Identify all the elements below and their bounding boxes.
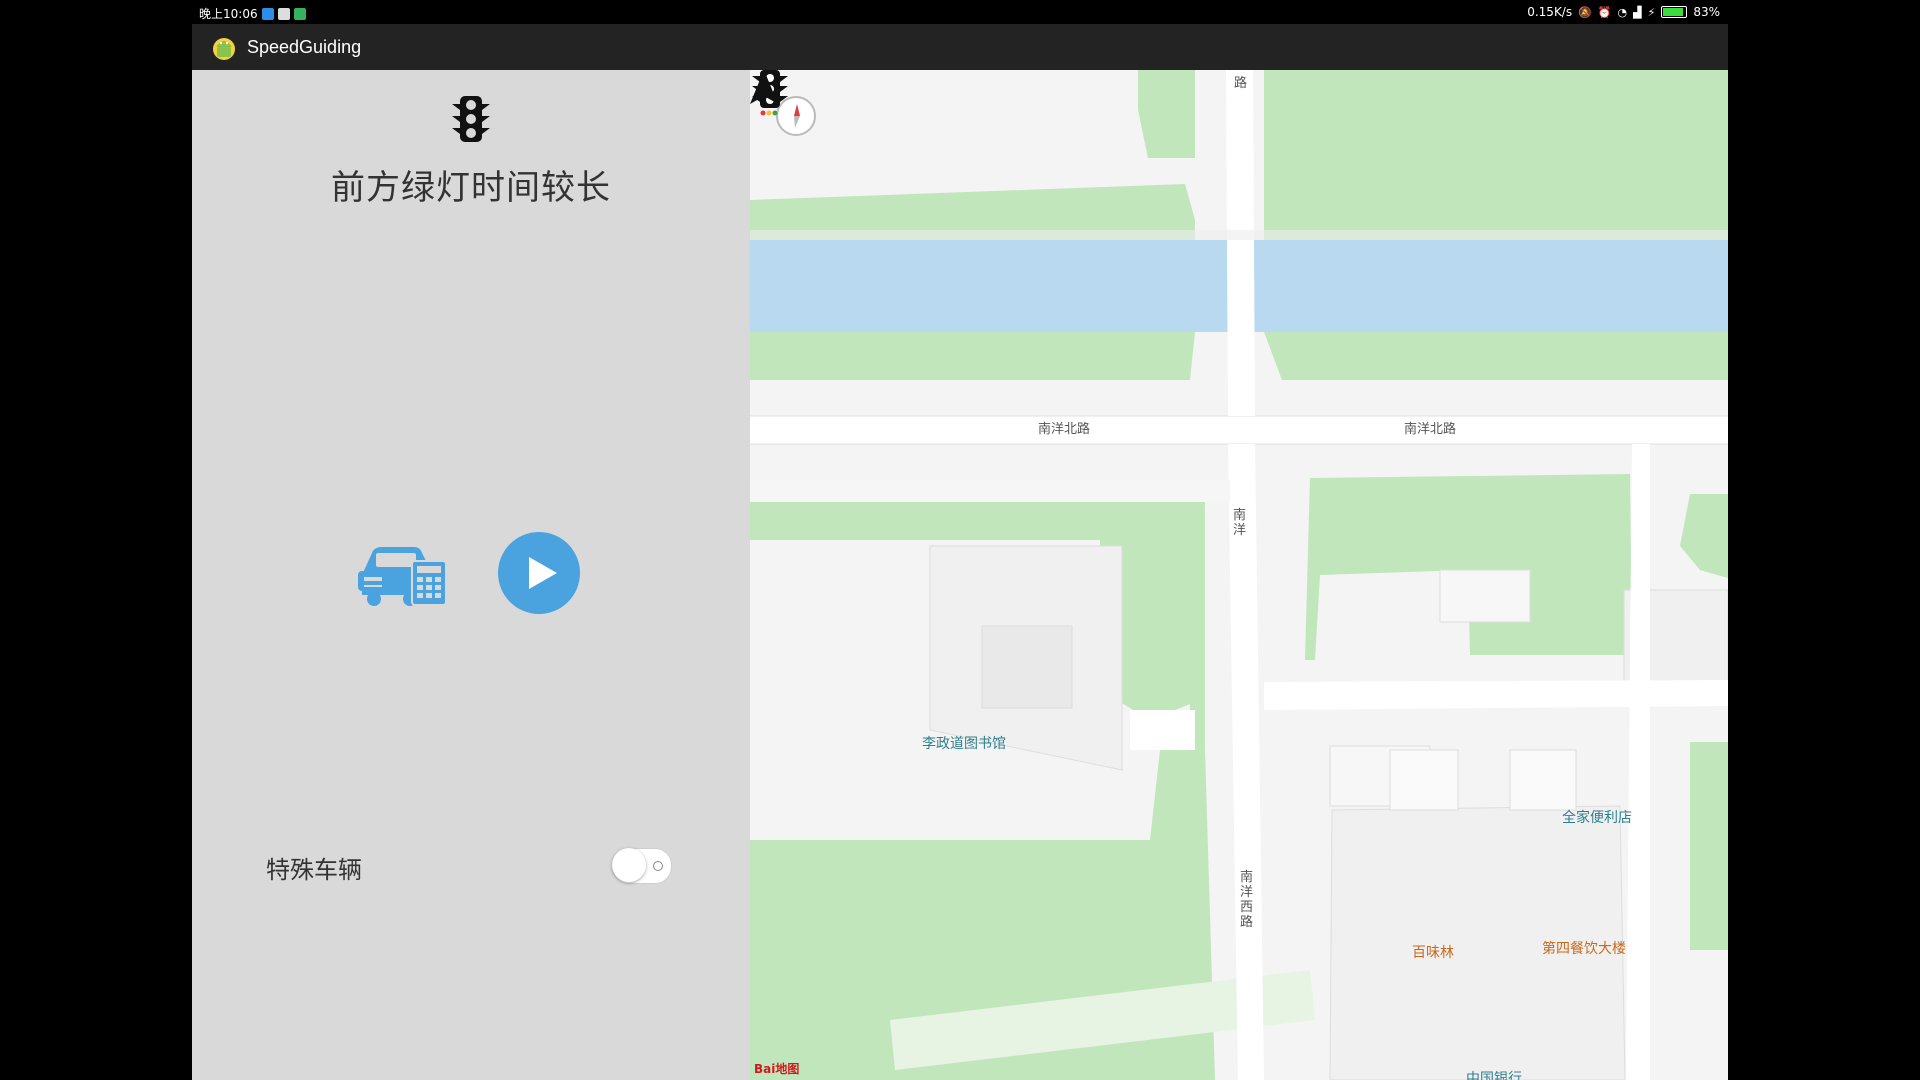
map-view[interactable]: 路 南洋北路 南洋北路 南洋 南洋西路 李政道图书馆 全家便利店 百味林 第四餐… xyxy=(750,70,1728,1080)
road-label-nanyang-west: 南洋西路 xyxy=(1240,870,1254,930)
play-button[interactable] xyxy=(498,532,580,614)
road-label-nanyang-north-left: 南洋北路 xyxy=(1038,422,1091,437)
switch-knob[interactable] xyxy=(612,848,646,882)
status-bar: 晚上10:06 0.15K/s 🔕 ⏰ ◔ ▟ ⚡ 83% xyxy=(192,0,1728,24)
baidu-map-logo: Bai地图 xyxy=(754,1062,800,1076)
poi-library[interactable]: 李政道图书馆 xyxy=(922,733,1006,753)
road-label-nanyang: 南洋 xyxy=(1233,508,1247,538)
poi-familymart[interactable]: 全家便利店 xyxy=(1562,807,1632,827)
android-icon xyxy=(213,38,235,60)
device-screen: 晚上10:06 0.15K/s 🔕 ⏰ ◔ ▟ ⚡ 83% SpeedGuidi… xyxy=(192,0,1728,1080)
notification-icon xyxy=(293,7,306,20)
signal-status-message: 前方绿灯时间较长 xyxy=(331,168,611,208)
poi-baiweilin[interactable]: 百味林 xyxy=(1412,942,1454,962)
poi-bank-of-china[interactable]: 中国银行 xyxy=(1466,1068,1522,1080)
traffic-light-icon xyxy=(452,96,490,142)
notification-icon xyxy=(277,7,290,20)
alarm-icon: ⏰ xyxy=(1597,5,1612,19)
notification-icon xyxy=(261,7,274,20)
app-title: SpeedGuiding xyxy=(247,37,362,57)
special-vehicle-label: 特殊车辆 xyxy=(266,856,362,884)
status-left: 晚上10:06 xyxy=(199,5,306,22)
wifi-icon: ◔ xyxy=(1617,5,1628,19)
road-label-nanyang-north-right: 南洋北路 xyxy=(1404,422,1457,437)
status-time: 晚上10:06 xyxy=(199,7,258,21)
control-panel: 前方绿灯时间较长 特殊车辆 xyxy=(192,70,750,1080)
battery-percent: 83% xyxy=(1693,5,1720,19)
map-canvas[interactable] xyxy=(750,70,1728,1080)
charging-icon: ⚡ xyxy=(1647,5,1656,19)
signal-icon: ▟ xyxy=(1633,5,1642,19)
switch-off-indicator xyxy=(653,861,663,871)
road-label-north: 路 xyxy=(1234,76,1248,91)
battery-icon xyxy=(1661,6,1688,18)
status-right: 0.15K/s 🔕 ⏰ ◔ ▟ ⚡ 83% xyxy=(1527,5,1720,19)
car-calculator-button[interactable] xyxy=(354,535,450,607)
network-speed: 0.15K/s xyxy=(1527,5,1573,19)
poi-canteen-4[interactable]: 第四餐饮大楼 xyxy=(1542,938,1626,958)
action-bar: SpeedGuiding xyxy=(192,24,1728,70)
navigation-arrow-icon xyxy=(750,70,778,104)
play-icon xyxy=(529,557,557,589)
special-vehicle-switch[interactable] xyxy=(612,848,672,884)
mute-icon: 🔕 xyxy=(1578,5,1592,19)
